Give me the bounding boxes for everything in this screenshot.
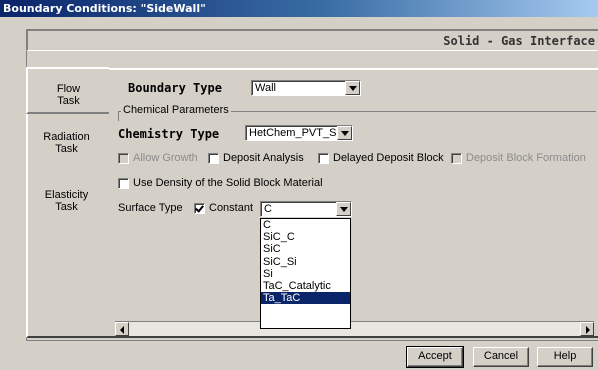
checkbox-box[interactable] [208,152,219,164]
boundary-type-value: Wall [255,82,276,94]
list-item[interactable]: SiC_Si [261,256,350,268]
list-item-selected[interactable]: Ta_TaC [261,292,350,305]
chevron-down-icon[interactable] [345,81,360,95]
accept-button[interactable]: Accept [406,346,464,368]
checkbox-box[interactable] [118,177,129,189]
constant-label: Constant [209,202,254,214]
boundary-type-select[interactable]: Wall [251,80,361,96]
panel-bottom-edge [26,340,598,341]
checkbox-box[interactable] [118,152,129,164]
window-title: Boundary Conditions: "SideWall" [3,2,206,15]
tab-flow-label: Flow Task [56,83,81,107]
horizontal-scrollbar[interactable] [115,321,594,336]
cancel-button[interactable]: Cancel [473,347,529,367]
checkmark-icon[interactable] [194,202,205,214]
allow-growth-checkbox[interactable]: Allow Growth [118,152,198,164]
allow-growth-label: Allow Growth [133,152,198,164]
surface-type-label: Surface Type [118,202,183,214]
tab-elasticity-label: Elasticity Task [44,189,89,213]
deposit-analysis-checkbox[interactable]: Deposit Analysis [208,152,304,164]
chemistry-type-value: HetChem_PVT_SiC [249,127,347,139]
boundary-type-label: Boundary Type [128,81,222,95]
list-item[interactable]: Si [261,268,350,280]
scroll-left-icon[interactable] [115,322,129,336]
tab-radiation-label: Radiation Task [43,131,90,155]
chemical-parameters-label: Chemical Parameters [121,104,231,116]
deposit-block-formation-checkbox[interactable]: Deposit Block Formation [451,152,586,164]
interface-label: Solid - Gas Interface [443,34,595,48]
help-button[interactable]: Help [537,347,593,367]
chemistry-type-label: Chemistry Type [118,127,220,141]
chevron-down-icon[interactable] [337,126,352,140]
chevron-down-icon[interactable] [336,202,351,216]
interface-header: Solid - Gas Interface [26,29,598,51]
tab-flow-task[interactable]: Flow Task [26,67,109,114]
list-item[interactable]: C [261,219,350,231]
surface-type-value: C [264,203,272,215]
chemistry-type-select[interactable]: HetChem_PVT_SiC [245,125,353,141]
deposit-analysis-label: Deposit Analysis [223,152,304,164]
list-item[interactable]: SiC_C [261,231,350,243]
use-density-label: Use Density of the Solid Block Material [133,177,323,189]
constant-checkbox[interactable]: Constant [194,202,253,214]
scroll-right-icon[interactable] [580,322,594,336]
surface-type-dropdown-list[interactable]: C SiC_C SiC SiC_Si Si TaC_Catalytic Ta_T… [260,218,351,329]
list-item[interactable]: TaC_Catalytic [261,280,350,292]
surface-type-select[interactable]: C [260,201,352,217]
checkbox-box[interactable] [318,152,329,164]
task-tabs: Flow Task Radiation Task Elasticity Task [26,67,109,338]
deposit-block-formation-label: Deposit Block Formation [466,152,586,164]
tab-elasticity-task[interactable]: Elasticity Task [28,189,105,213]
tab-radiation-task[interactable]: Radiation Task [28,131,105,155]
use-density-checkbox[interactable]: Use Density of the Solid Block Material [118,177,323,189]
checkbox-box[interactable] [451,152,462,164]
delayed-deposit-block-label: Delayed Deposit Block [333,152,444,164]
delayed-deposit-block-checkbox[interactable]: Delayed Deposit Block [318,152,444,164]
list-item[interactable]: SiC [261,243,350,255]
window-title-bar[interactable]: Boundary Conditions: "SideWall" [0,0,598,17]
